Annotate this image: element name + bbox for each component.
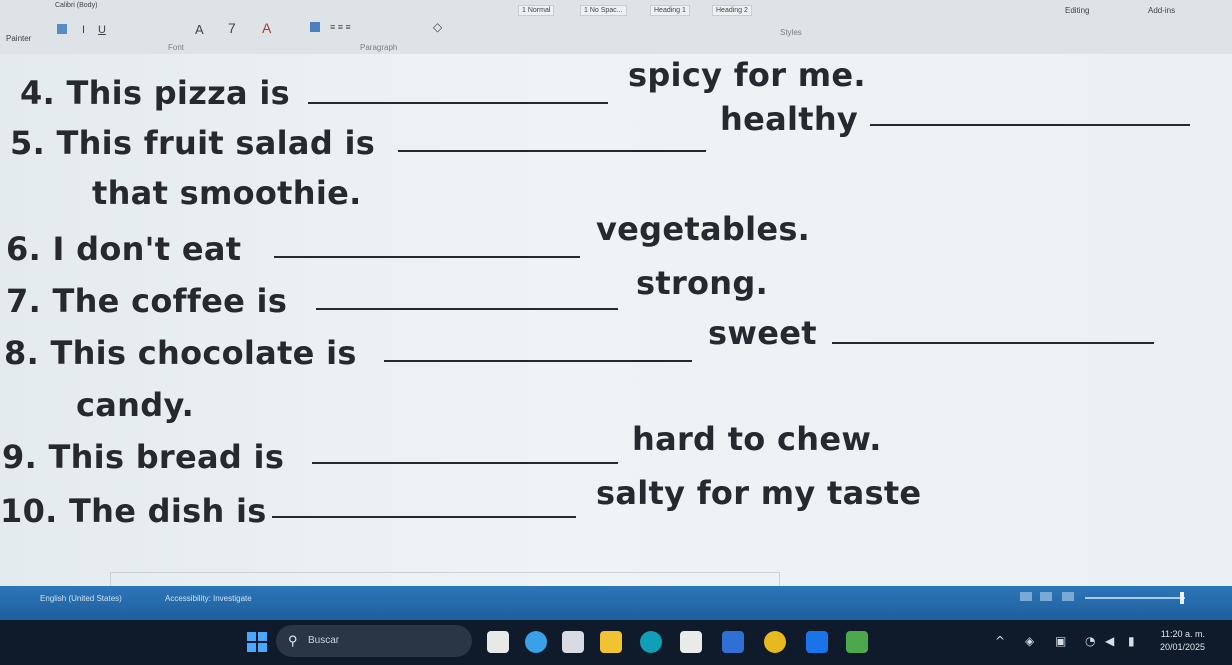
zoom-slider-thumb[interactable]	[1180, 592, 1184, 604]
blank-8b[interactable]	[832, 342, 1154, 344]
mail-icon[interactable]	[722, 631, 744, 653]
exercise-9-start: 9. This bread is	[2, 438, 285, 476]
search-placeholder: Buscar	[308, 635, 340, 646]
status-bar: English (United States) Accessibility: I…	[0, 586, 1232, 620]
format-painter-label[interactable]: Painter	[6, 34, 31, 43]
tray-chevron-icon[interactable]: ^	[995, 634, 1005, 648]
excel-icon[interactable]	[846, 631, 868, 653]
volume-icon[interactable]: ◀	[1105, 634, 1114, 648]
text-color-icon[interactable]: A	[262, 20, 271, 36]
taskbar-clock[interactable]: 11:20 a. m. 20/01/2025	[1160, 628, 1205, 654]
file-explorer-icon[interactable]	[600, 631, 622, 653]
blank-5b[interactable]	[870, 124, 1190, 126]
italic-icon[interactable]: I	[82, 24, 85, 36]
task-view-icon[interactable]	[487, 631, 509, 653]
text-box-edge	[110, 572, 780, 587]
blank-8a[interactable]	[384, 360, 692, 362]
bullets-icon[interactable]	[310, 22, 320, 32]
windows-taskbar: ⚲ Buscar ^ ◈ ▣ ◔ ◀ ▮ 11:20 a. m. 20/01/2…	[0, 620, 1232, 665]
font-group-label: Font	[168, 43, 185, 52]
start-icon[interactable]	[247, 632, 267, 652]
chrome-icon[interactable]	[764, 631, 786, 653]
exercise-10-start: 10. The dish is	[0, 492, 267, 530]
exercise-5-start: 5. This fruit salad is	[10, 124, 376, 162]
exercise-8-mid: sweet	[708, 314, 817, 352]
exercise-8-start: 8. This chocolate is	[4, 334, 357, 372]
accessibility-indicator[interactable]: Accessibility: Investigate	[165, 594, 252, 603]
browser-icon[interactable]	[640, 631, 662, 653]
exercise-4-end: spicy for me.	[628, 56, 866, 94]
web-layout-icon[interactable]	[1062, 592, 1074, 601]
font-color-icon[interactable]: A	[195, 22, 204, 37]
exercise-5-end: that smoothie.	[92, 174, 362, 212]
paragraph-group-label: Paragraph	[360, 43, 398, 52]
blank-6[interactable]	[274, 256, 580, 258]
word-ribbon: Calibri (Body) Painter I U A 7 A Font ≡ …	[0, 0, 1232, 55]
language-indicator[interactable]: English (United States)	[40, 594, 122, 603]
addins-button[interactable]: Add-ins	[1148, 6, 1175, 15]
style-no-spacing[interactable]: 1 No Spac...	[580, 5, 627, 16]
exercise-10-end: salty for my taste	[596, 474, 922, 512]
read-mode-icon[interactable]	[1020, 592, 1032, 601]
search-icon: ⚲	[288, 633, 298, 648]
blank-10[interactable]	[272, 516, 576, 518]
blank-5a[interactable]	[398, 150, 706, 152]
style-heading-2[interactable]: Heading 2	[712, 5, 752, 16]
blank-4[interactable]	[308, 102, 608, 104]
shading-icon[interactable]: ◇	[433, 20, 442, 34]
exercise-4-start: 4. This pizza is	[20, 74, 291, 112]
wifi-icon[interactable]: ◔	[1085, 634, 1095, 648]
print-layout-icon[interactable]	[1040, 592, 1052, 601]
battery-icon[interactable]: ▮	[1128, 634, 1135, 648]
exercise-5-mid: healthy	[720, 100, 859, 138]
underline-icon[interactable]: U	[98, 24, 106, 36]
exercise-7-end: strong.	[636, 264, 769, 302]
style-heading-1[interactable]: Heading 1	[650, 5, 690, 16]
onedrive-icon[interactable]: ▣	[1055, 634, 1066, 648]
taskbar-search[interactable]: ⚲ Buscar	[276, 625, 472, 657]
document-page[interactable]: 4. This pizza is spicy for me. 5. This f…	[0, 54, 1232, 587]
teams-icon[interactable]	[562, 631, 584, 653]
blank-7[interactable]	[316, 308, 618, 310]
font-name-box[interactable]: Calibri (Body)	[55, 2, 97, 9]
clock-time: 11:20 a. m.	[1160, 629, 1206, 639]
highlight-icon[interactable]: 7	[228, 20, 236, 36]
word-icon[interactable]	[806, 631, 828, 653]
exercise-7-start: 7. The coffee is	[6, 282, 288, 320]
clock-date: 20/01/2025	[1160, 642, 1206, 652]
exercise-6-start: 6. I don't eat	[6, 230, 242, 268]
editing-button[interactable]: Editing	[1065, 6, 1089, 15]
network-icon[interactable]: ◈	[1025, 634, 1034, 648]
exercise-8-end: candy.	[76, 386, 195, 424]
blank-9[interactable]	[312, 462, 618, 464]
store-icon[interactable]	[680, 631, 702, 653]
style-normal[interactable]: 1 Normal	[518, 5, 555, 16]
exercise-9-end: hard to chew.	[632, 420, 882, 458]
zoom-slider[interactable]	[1085, 597, 1185, 599]
bold-icon[interactable]	[57, 24, 67, 34]
exercise-6-end: vegetables.	[596, 210, 811, 248]
edge-icon[interactable]	[525, 631, 547, 653]
styles-group-label: Styles	[780, 28, 802, 37]
align-icon[interactable]: ≡ ≡ ≡	[330, 22, 351, 32]
